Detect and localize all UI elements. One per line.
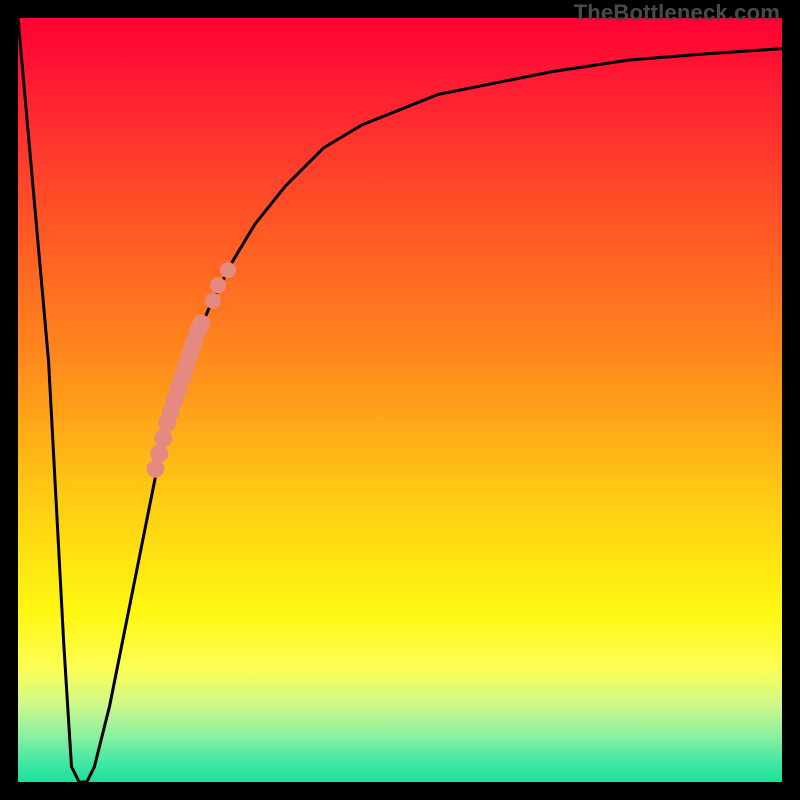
curve-layer	[18, 18, 782, 782]
highlight-dot	[154, 429, 172, 447]
watermark-text: TheBottleneck.com	[574, 0, 780, 26]
chart-frame: TheBottleneck.com	[0, 0, 800, 800]
highlight-dot	[147, 460, 165, 478]
highlight-dot	[210, 277, 226, 293]
highlight-dot	[220, 262, 236, 278]
plot-area	[18, 18, 782, 782]
highlight-dot	[205, 293, 221, 309]
highlight-dot	[150, 445, 168, 463]
bottleneck-curve	[18, 18, 782, 782]
highlight-dot	[192, 315, 210, 333]
